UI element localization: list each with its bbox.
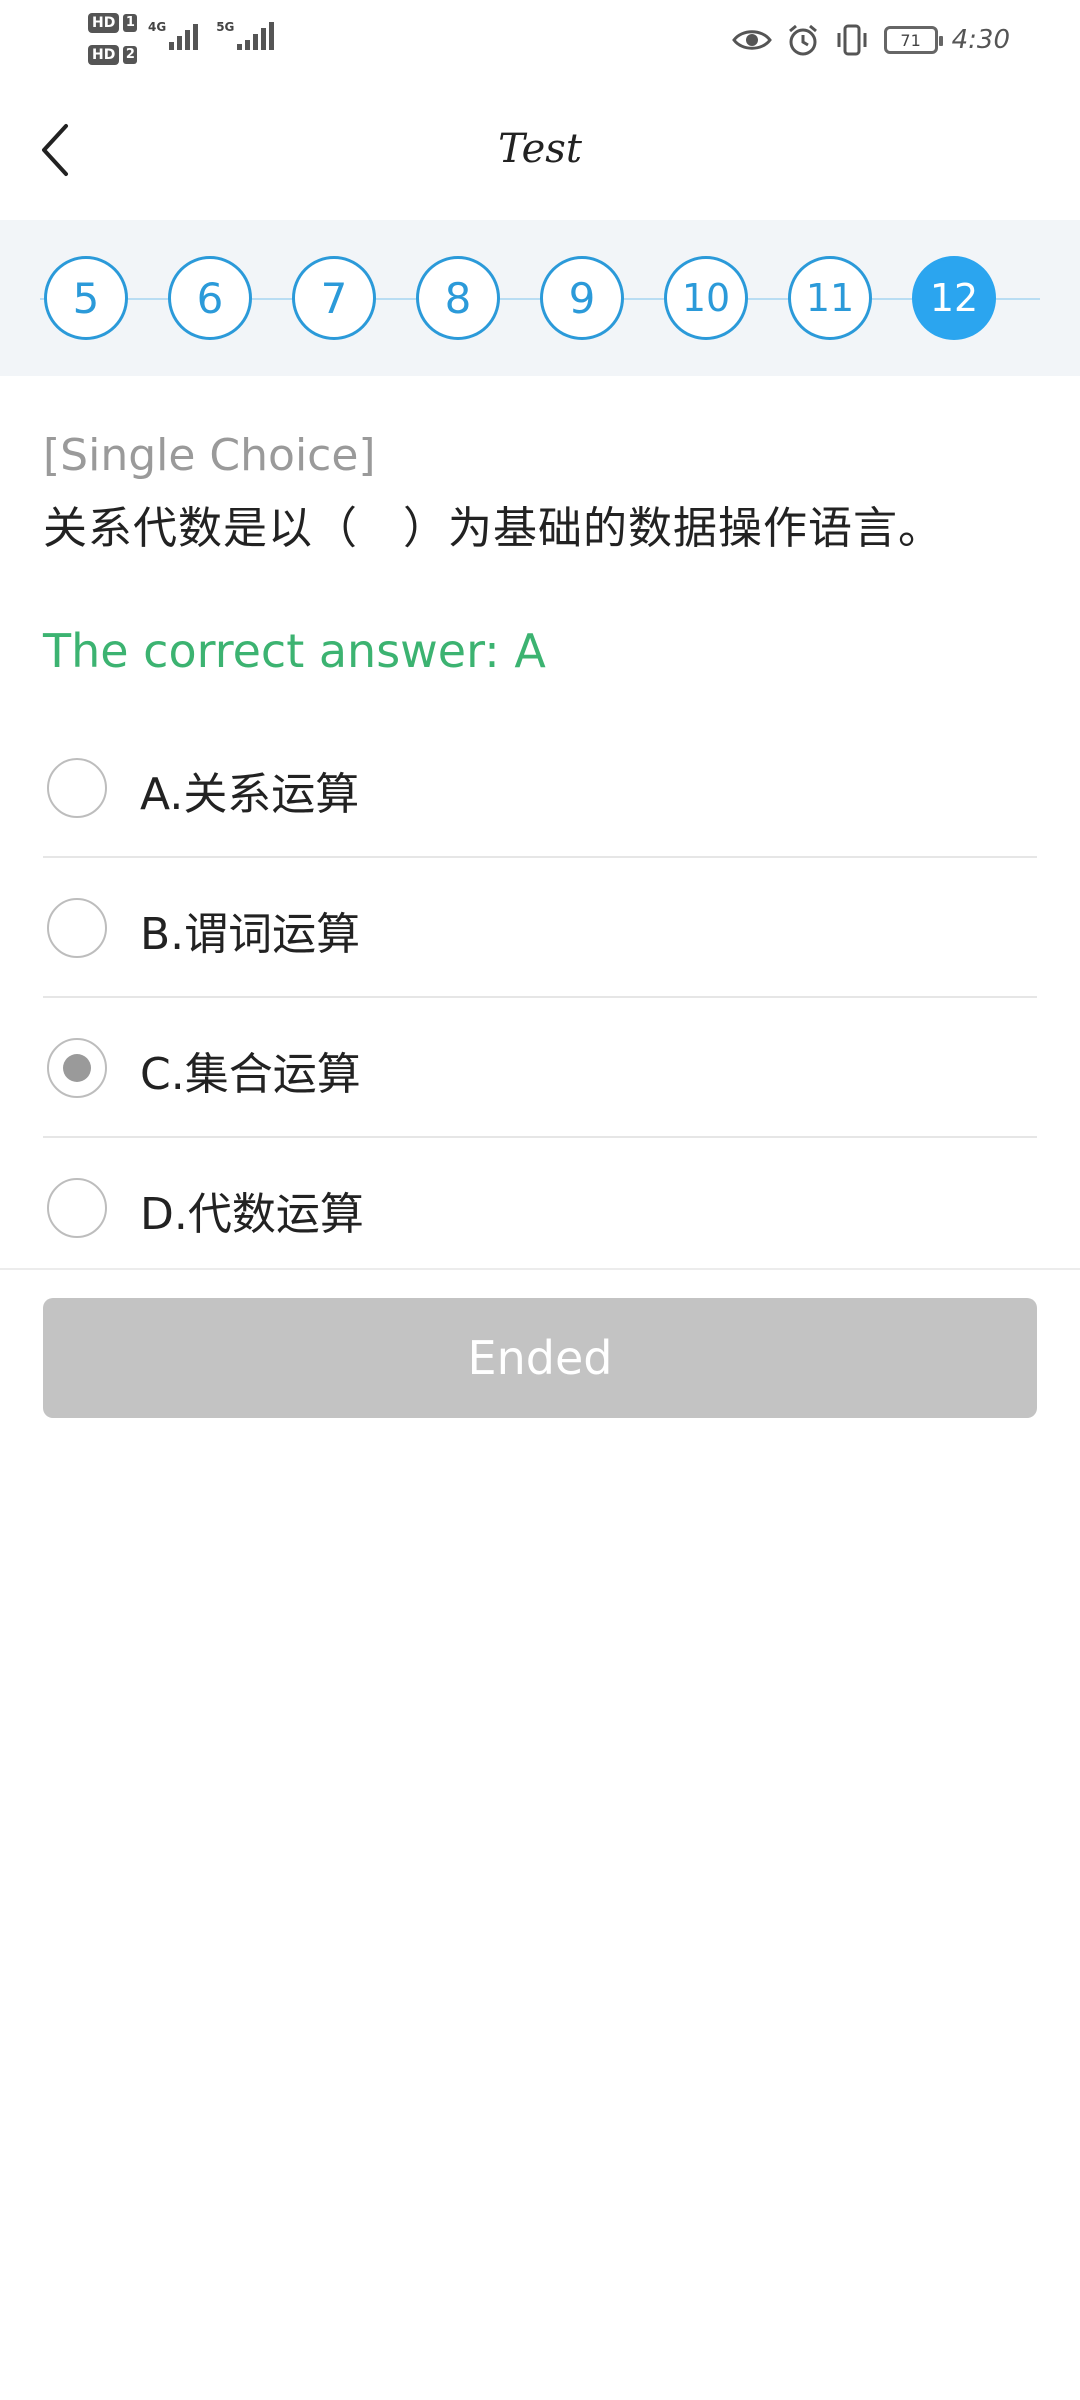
question-nav: 5 6 7 8 9 10 11 12 <box>0 220 1080 376</box>
option-b[interactable]: B.谓词运算 <box>43 858 1037 998</box>
hd-badge: HD <box>88 13 120 33</box>
title-bar: Test <box>0 80 1080 220</box>
hd-badge: HD <box>88 45 120 65</box>
option-d[interactable]: D.代数运算 <box>43 1138 1037 1276</box>
question-nav-item-active[interactable]: 12 <box>912 256 996 340</box>
option-label: D.代数运算 <box>140 1189 364 1240</box>
question-nav-item[interactable]: 8 <box>416 256 500 340</box>
question-nav-item[interactable]: 5 <box>44 256 128 340</box>
eye-icon <box>731 30 772 50</box>
option-c[interactable]: C.集合运算 <box>43 998 1037 1138</box>
radio-button[interactable] <box>47 758 107 818</box>
question-nav-item[interactable]: 10 <box>664 256 748 340</box>
question-text: 关系代数是以（ ）为基础的数据操作语言。 <box>43 503 943 554</box>
status-time: 4:30 <box>951 25 1010 55</box>
correct-answer: The correct answer: A <box>43 624 546 678</box>
radio-button-selected[interactable] <box>47 1038 107 1098</box>
question-nav-item[interactable]: 6 <box>168 256 252 340</box>
answer-options: A.关系运算 B.谓词运算 C.集合运算 D.代数运算 <box>43 718 1037 1276</box>
signal-icon: 4G <box>148 20 199 50</box>
sim-number: 2 <box>123 46 138 64</box>
question-nav-item[interactable]: 11 <box>788 256 872 340</box>
ended-button[interactable]: Ended <box>43 1298 1037 1418</box>
network-indicators: 4G 5G <box>148 20 275 50</box>
sim-number: 1 <box>123 14 138 32</box>
option-label: B.谓词运算 <box>140 909 361 960</box>
vibrate-icon <box>837 24 867 56</box>
signal-icon: 5G <box>216 20 275 50</box>
divider <box>0 1268 1080 1270</box>
question-type: [Single Choice] <box>43 430 376 481</box>
option-label: C.集合运算 <box>140 1049 361 1100</box>
sim-indicators: HD 1 HD 2 <box>88 10 138 74</box>
status-icons: 71 4:30 <box>731 16 1010 64</box>
radio-button[interactable] <box>47 1178 107 1238</box>
status-bar: HD 1 HD 2 4G 5G 71 4:30 <box>0 0 1080 80</box>
battery-level: 71 <box>900 30 921 50</box>
ended-button-label: Ended <box>467 1331 613 1385</box>
alarm-icon <box>788 24 817 56</box>
battery-icon: 71 <box>883 26 943 54</box>
question-nav-item[interactable]: 9 <box>540 256 624 340</box>
option-label: A.关系运算 <box>140 769 360 820</box>
page-title: Test <box>498 126 582 172</box>
option-a[interactable]: A.关系运算 <box>43 718 1037 858</box>
question-nav-item[interactable]: 7 <box>292 256 376 340</box>
radio-button[interactable] <box>47 898 107 958</box>
